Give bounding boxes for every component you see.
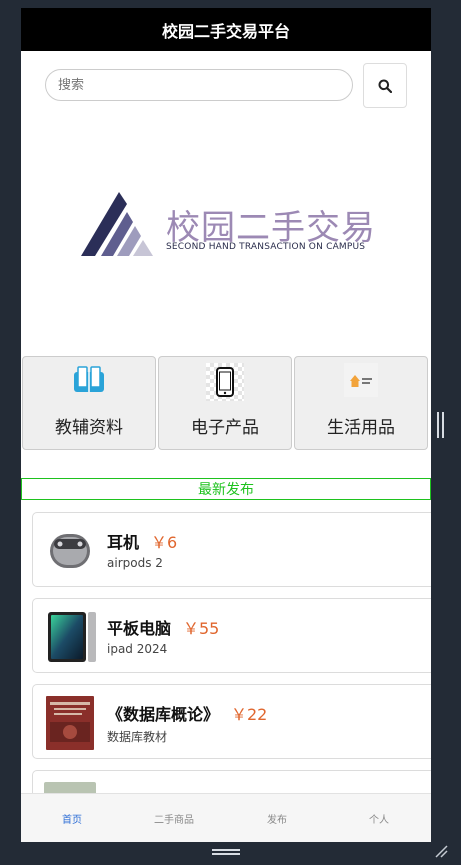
listing-desc: 数据库教材 — [107, 730, 168, 744]
category-study-materials[interactable]: 教辅资料 — [22, 356, 156, 450]
banner-subtitle: SECOND HAND TRANSACTION ON CAMPUS — [166, 242, 366, 252]
listing-price: ￥6 — [151, 533, 178, 552]
listing-card[interactable]: 平板电脑 ￥55 ipad 2024 — [32, 598, 431, 673]
listing-title: 耳机 — [107, 533, 140, 552]
books-icon — [72, 363, 106, 397]
book-cover-icon — [44, 696, 96, 750]
category-daily-goods[interactable]: 生活用品 — [294, 356, 428, 450]
tab-secondhand-goods[interactable]: 二手商品 — [123, 811, 225, 826]
campus-banner: 校园二手交易 SECOND HAND TRANSACTION ON CAMPUS — [21, 128, 431, 358]
tab-publish[interactable]: 发布 — [226, 811, 328, 826]
category-label: 教辅资料 — [55, 418, 123, 438]
listing-desc: ipad 2024 — [107, 642, 168, 656]
listing-desc: airpods 2 — [107, 556, 163, 570]
category-grid: 教辅资料 电子产品 生活用品 — [21, 356, 431, 452]
tablet-icon — [44, 610, 96, 662]
listing-price: ￥55 — [183, 619, 220, 638]
tab-profile[interactable]: 个人 — [328, 811, 430, 826]
latest-section-title: 最新发布 — [21, 478, 431, 500]
search-input[interactable] — [45, 69, 353, 101]
side-resize-handle[interactable] — [437, 412, 444, 438]
household-icon — [344, 363, 378, 397]
app-title-bar: 校园二手交易平台 — [21, 8, 431, 51]
listing-title: 《数据库概论》 — [107, 705, 220, 724]
category-label: 电子产品 — [191, 418, 259, 438]
listing-price: ￥22 — [231, 705, 268, 724]
phone-frame: 校园二手交易平台 校园二手交易 SECOND HAND TRANSACTION … — [21, 8, 431, 842]
campus-logo-icon — [81, 192, 153, 256]
search-button[interactable] — [363, 63, 407, 108]
bottom-tab-bar: 首页 二手商品 发布 个人 — [21, 793, 431, 842]
listing-card[interactable]: 耳机 ￥6 airpods 2 — [32, 512, 431, 587]
phone-icon — [206, 363, 244, 401]
app-title: 校园二手交易平台 — [161, 21, 290, 41]
section-title-text: 最新发布 — [198, 482, 254, 498]
listing-title: 平板电脑 — [107, 619, 172, 638]
search-icon — [378, 79, 392, 93]
earbuds-icon — [44, 524, 96, 576]
category-electronics[interactable]: 电子产品 — [158, 356, 292, 450]
category-label: 生活用品 — [327, 418, 395, 438]
listing-card[interactable]: 《数据库概论》 ￥22 数据库教材 — [32, 684, 431, 759]
tab-home[interactable]: 首页 — [21, 811, 123, 826]
corner-resize-grip-icon[interactable] — [434, 844, 448, 858]
bottom-resize-handle[interactable] — [212, 848, 240, 856]
